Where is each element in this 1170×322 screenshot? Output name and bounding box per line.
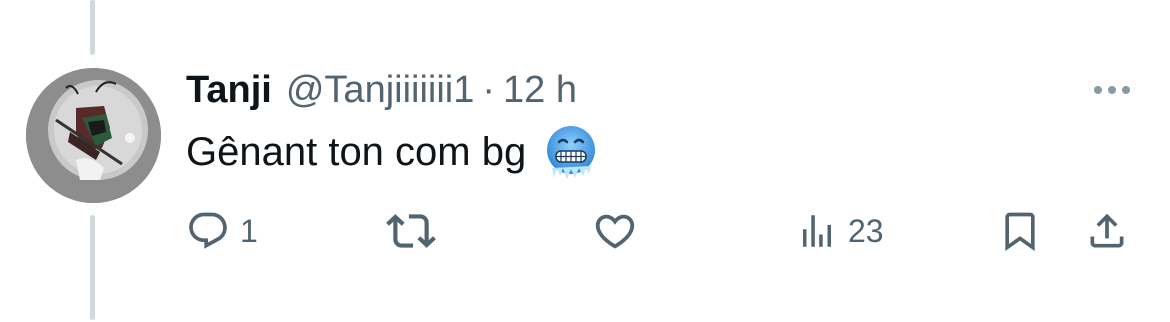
display-name[interactable]: Tanji — [186, 69, 272, 112]
tweet-text: Gênant ton com bg — [186, 124, 598, 180]
avatar-image — [26, 68, 161, 203]
cold-face-emoji — [544, 124, 598, 180]
tweet-header: Tanji @Tanjiiiiiii1 · 12 h — [186, 64, 577, 116]
thread-line-top — [90, 0, 95, 55]
views-chart-icon — [803, 215, 831, 247]
retweet-icon — [386, 214, 436, 248]
user-handle[interactable]: @Tanjiiiiiii1 — [286, 69, 475, 112]
tweet-text-content: Gênant ton com bg — [186, 129, 527, 174]
reply-count: 1 — [240, 212, 258, 249]
tweet-actions: 1 23 — [0, 204, 1170, 258]
retweet-button[interactable] — [386, 204, 446, 258]
tweet-timestamp[interactable]: 12 h — [503, 69, 577, 112]
like-button[interactable] — [592, 204, 648, 258]
views-button[interactable]: 23 — [796, 204, 884, 258]
more-horizontal-icon[interactable] — [1094, 80, 1130, 100]
bookmark-icon — [1005, 212, 1035, 252]
reply-button[interactable]: 1 — [186, 204, 258, 258]
share-icon — [1090, 213, 1124, 248]
avatar[interactable] — [26, 68, 161, 203]
header-separator: · — [482, 68, 496, 111]
heart-icon — [595, 214, 635, 249]
share-button[interactable] — [1085, 204, 1129, 258]
bookmark-button[interactable] — [998, 204, 1042, 258]
reply-icon — [189, 212, 227, 249]
views-count: 23 — [848, 212, 884, 249]
